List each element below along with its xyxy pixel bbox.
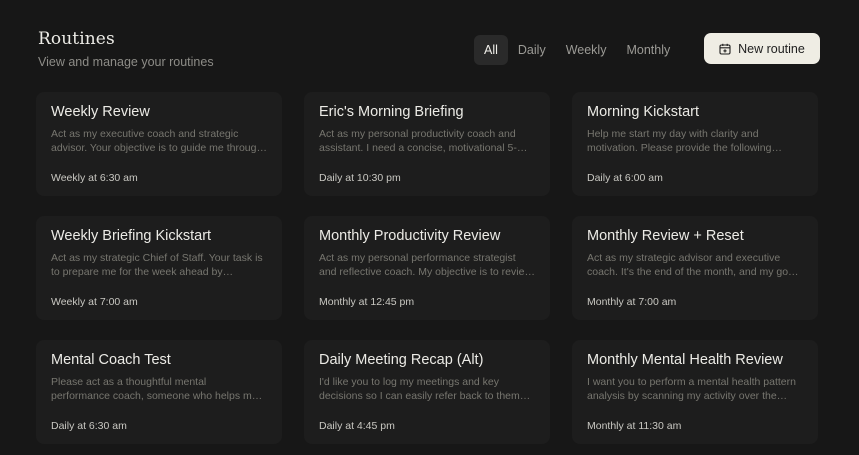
- new-routine-label: New routine: [738, 41, 805, 56]
- routine-grid: Weekly Review Act as my executive coach …: [36, 92, 818, 444]
- routine-schedule: Weekly at 7:00 am: [51, 296, 138, 308]
- routine-schedule: Daily at 6:00 am: [587, 172, 663, 184]
- routine-schedule: Monthly at 11:30 am: [587, 420, 682, 432]
- routine-title: Mental Coach Test: [51, 352, 171, 368]
- routine-schedule: Monthly at 7:00 am: [587, 296, 677, 308]
- routine-description: Please act as a thoughtful mental perfor…: [51, 376, 258, 402]
- routine-schedule: Daily at 4:45 pm: [319, 420, 395, 432]
- routine-title: Monthly Productivity Review: [319, 228, 501, 244]
- routine-card[interactable]: Weekly Review Act as my executive coach …: [36, 92, 282, 196]
- routine-description: I'd like you to log my meetings and key …: [319, 376, 520, 402]
- routine-card[interactable]: Eric's Morning Briefing Act as my person…: [304, 92, 550, 196]
- routine-description: Act as my strategic Chief of Staff. Your…: [51, 252, 263, 278]
- routine-description: Help me start my day with clarity and mo…: [587, 128, 772, 154]
- tab-weekly[interactable]: Weekly: [556, 35, 617, 65]
- page-title: Routines: [38, 29, 115, 49]
- routine-card[interactable]: Morning Kickstart Help me start my day w…: [572, 92, 818, 196]
- routine-card[interactable]: Monthly Productivity Review Act as my pe…: [304, 216, 550, 320]
- routine-title: Weekly Review: [51, 104, 150, 120]
- routine-title: Morning Kickstart: [587, 104, 700, 120]
- tab-all[interactable]: All: [474, 35, 508, 65]
- page-subtitle: View and manage your routines: [38, 55, 214, 69]
- routine-description: I want you to perform a mental health pa…: [587, 376, 796, 402]
- routine-card[interactable]: Daily Meeting Recap (Alt) I'd like you t…: [304, 340, 550, 444]
- routine-schedule: Daily at 6:30 am: [51, 420, 127, 432]
- routine-description: Act as my executive coach and strategic …: [51, 128, 263, 154]
- new-routine-button[interactable]: New routine: [704, 33, 820, 64]
- routine-schedule: Weekly at 6:30 am: [51, 172, 138, 184]
- routine-card[interactable]: Mental Coach Test Please act as a though…: [36, 340, 282, 444]
- tab-daily[interactable]: Daily: [508, 35, 556, 65]
- routine-description: Act as my personal performance strategis…: [319, 252, 533, 278]
- routine-schedule: Monthly at 12:45 pm: [319, 296, 415, 308]
- routine-title: Weekly Briefing Kickstart: [51, 228, 212, 244]
- routine-title: Eric's Morning Briefing: [319, 104, 464, 120]
- routine-title: Daily Meeting Recap (Alt): [319, 352, 484, 368]
- routine-description: Act as my strategic advisor and executiv…: [587, 252, 797, 278]
- routine-schedule: Daily at 10:30 pm: [319, 172, 401, 184]
- routine-card[interactable]: Monthly Review + Reset Act as my strateg…: [572, 216, 818, 320]
- routine-card[interactable]: Monthly Mental Health Review I want you …: [572, 340, 818, 444]
- routine-description: Act as my personal productivity coach an…: [319, 128, 517, 154]
- filter-tabs: All Daily Weekly Monthly: [474, 35, 680, 65]
- routine-title: Monthly Review + Reset: [587, 228, 744, 244]
- routine-title: Monthly Mental Health Review: [587, 352, 783, 368]
- routines-page: Routines View and manage your routines A…: [0, 0, 859, 455]
- tab-monthly[interactable]: Monthly: [616, 35, 680, 65]
- calendar-plus-icon: [719, 43, 731, 55]
- routine-card[interactable]: Weekly Briefing Kickstart Act as my stra…: [36, 216, 282, 320]
